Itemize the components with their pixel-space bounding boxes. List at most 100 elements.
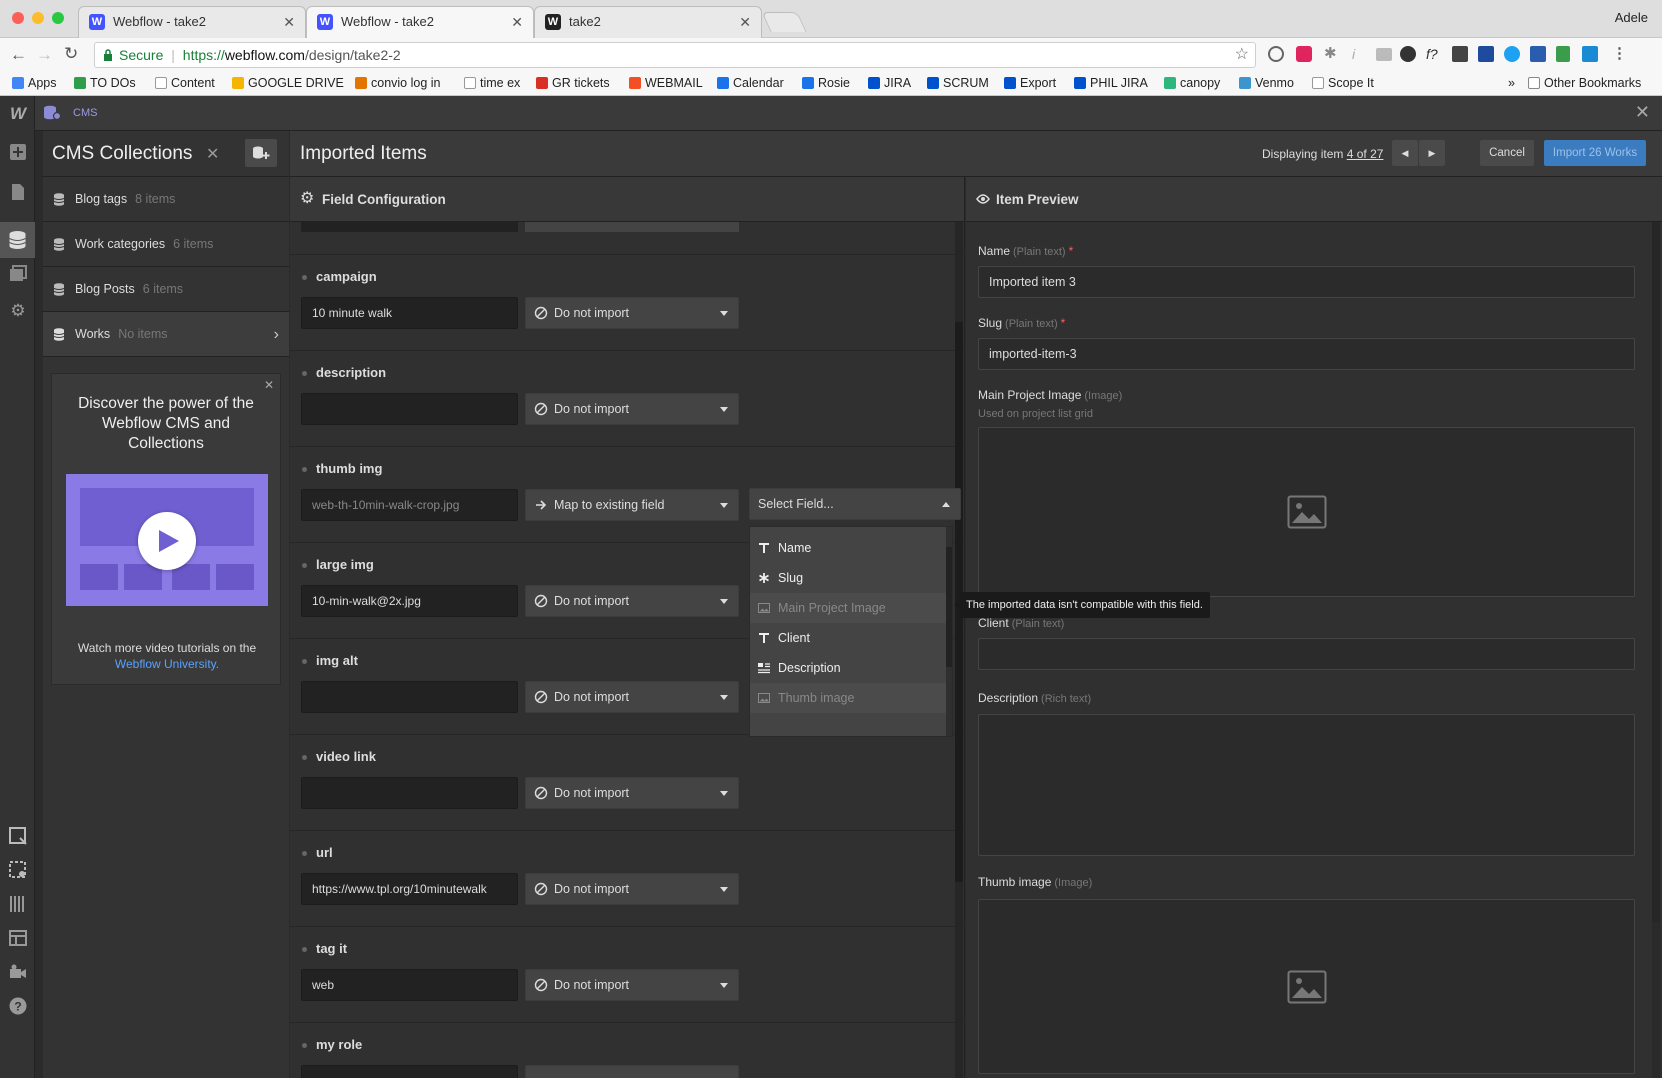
play-button[interactable] (138, 512, 196, 570)
profile-name[interactable]: Adele (1615, 10, 1648, 25)
menu-scrollbar[interactable] (946, 527, 952, 736)
pages-icon[interactable] (8, 182, 28, 202)
extension-icon[interactable]: ✱ (1324, 46, 1337, 62)
extension-icon[interactable] (1556, 46, 1570, 62)
field-value-input[interactable] (301, 393, 518, 425)
cancel-button[interactable]: Cancel (1480, 140, 1534, 166)
video-tutorials-icon[interactable] (8, 962, 28, 982)
extension-icon[interactable] (1478, 46, 1494, 62)
browser-tab-3[interactable]: W take2 ✕ (534, 6, 762, 38)
browser-tab-2[interactable]: W Webflow - take2 ✕ (306, 6, 534, 38)
import-works-button[interactable]: Import 26 Works (1544, 140, 1646, 166)
bookmark-item[interactable]: JIRA (868, 76, 911, 90)
bookmark-item[interactable]: Scope It (1312, 76, 1374, 90)
bookmark-item[interactable]: Venmo (1239, 76, 1294, 90)
field-action-select[interactable] (525, 222, 739, 232)
help-icon[interactable]: ? (8, 996, 28, 1016)
preview-eye-icon[interactable] (8, 860, 28, 880)
back-icon[interactable]: ← (10, 45, 27, 65)
field-value-input[interactable]: web (301, 969, 518, 1001)
menu-kebab-icon[interactable]: ⋮ (1612, 46, 1627, 62)
cms-database-icon[interactable] (0, 222, 35, 258)
field-value-input[interactable] (301, 222, 518, 232)
bookmark-item[interactable]: TO DOs (74, 76, 136, 90)
field-value-input[interactable] (301, 681, 518, 713)
select-field-dropdown[interactable]: Select Field... (749, 488, 961, 520)
extension-icon[interactable]: f? (1426, 46, 1438, 62)
field-action-select[interactable]: Map to existing field (525, 489, 739, 521)
bookmark-item[interactable]: Export (1004, 76, 1056, 90)
field-action-select[interactable]: Do not import (525, 681, 739, 713)
bookmark-item[interactable]: Content (155, 76, 215, 90)
item-index-link[interactable]: 4 of 27 (1347, 147, 1384, 161)
close-cms-icon[interactable]: ✕ (1635, 102, 1650, 123)
maximize-window-button[interactable] (52, 12, 64, 24)
bookmark-star-icon[interactable]: ☆ (1235, 43, 1249, 67)
close-tab-icon[interactable]: ✕ (739, 7, 751, 37)
bookmark-item[interactable]: GOOGLE DRIVE (232, 76, 344, 90)
webflow-logo-icon[interactable]: W (8, 104, 28, 124)
scrollbar-thumb[interactable] (946, 547, 952, 667)
collection-item-work-categories[interactable]: Work categories 6 items (43, 222, 289, 267)
bookmark-item[interactable]: GR tickets (536, 76, 610, 90)
extension-icon[interactable] (1376, 48, 1392, 61)
next-item-button[interactable]: ▶ (1419, 140, 1445, 166)
field-config-scrollbar[interactable] (955, 222, 963, 1078)
select-field-option[interactable]: Name (750, 533, 952, 563)
bookmark-item[interactable]: Rosie (802, 76, 850, 90)
webflow-university-link[interactable]: Webflow University (115, 657, 216, 671)
field-value-input[interactable] (301, 1065, 518, 1078)
scrollbar-thumb[interactable] (1652, 222, 1660, 922)
field-action-select[interactable]: Do not import (525, 873, 739, 905)
close-window-button[interactable] (12, 12, 24, 24)
select-tool-icon[interactable] (8, 826, 28, 846)
field-value-input[interactable]: web-th-10min-walk-crop.jpg (301, 489, 518, 521)
extension-icon[interactable] (1530, 46, 1546, 62)
previous-item-button[interactable]: ◀ (1392, 140, 1418, 166)
field-action-select[interactable]: Do not import (525, 297, 739, 329)
collection-item-blog-tags[interactable]: Blog tags 8 items (43, 177, 289, 222)
bookmark-item[interactable]: WEBMAIL (629, 76, 703, 90)
close-collections-icon[interactable]: ✕ (206, 144, 219, 164)
field-value-input[interactable]: 10 minute walk (301, 297, 518, 329)
grid-overlay-icon[interactable] (8, 894, 28, 914)
settings-gear-icon[interactable]: ⚙ (8, 301, 28, 321)
new-tab-button[interactable] (761, 12, 807, 32)
main-image-dropzone[interactable] (978, 427, 1635, 597)
close-promo-icon[interactable]: ✕ (264, 378, 274, 392)
promo-video-thumbnail[interactable] (66, 474, 268, 606)
assets-icon[interactable] (8, 264, 28, 284)
field-action-select[interactable] (525, 1065, 739, 1078)
browser-tab-1[interactable]: W Webflow - take2 ✕ (78, 6, 306, 38)
extension-icon[interactable] (1582, 46, 1598, 62)
address-bar[interactable]: Secure | https://webflow.com/design/take… (94, 42, 1256, 68)
bookmark-item[interactable]: Apps (12, 76, 57, 90)
forward-icon[interactable]: → (36, 45, 53, 65)
field-action-select[interactable]: Do not import (525, 777, 739, 809)
close-tab-icon[interactable]: ✕ (511, 7, 523, 37)
name-input[interactable]: Imported item 3 (978, 266, 1635, 298)
add-panel-icon[interactable] (8, 142, 28, 162)
layout-icon[interactable] (8, 928, 28, 948)
add-collection-button[interactable] (245, 139, 277, 167)
extension-icon[interactable]: i (1352, 46, 1355, 62)
field-value-input[interactable]: 10-min-walk@2x.jpg (301, 585, 518, 617)
select-field-option[interactable]: Description (750, 653, 952, 683)
field-action-select[interactable]: Do not import (525, 969, 739, 1001)
bookmark-item[interactable]: time ex (464, 76, 520, 90)
field-value-input[interactable] (301, 777, 518, 809)
field-action-select[interactable]: Do not import (525, 393, 739, 425)
field-action-select[interactable]: Do not import (525, 585, 739, 617)
bookmark-item[interactable]: canopy (1164, 76, 1220, 90)
preview-scrollbar[interactable] (1652, 222, 1660, 1078)
description-editor[interactable] (978, 714, 1635, 856)
client-input[interactable] (978, 638, 1635, 670)
extension-icon[interactable] (1268, 46, 1284, 62)
other-bookmarks[interactable]: Other Bookmarks (1528, 76, 1641, 90)
minimize-window-button[interactable] (32, 12, 44, 24)
bookmarks-overflow-button[interactable]: » (1508, 76, 1515, 90)
extension-icon[interactable] (1504, 46, 1520, 62)
field-value-input[interactable]: https://www.tpl.org/10minutewalk (301, 873, 518, 905)
extension-icon[interactable] (1296, 46, 1312, 62)
select-field-option[interactable]: Slug (750, 563, 952, 593)
